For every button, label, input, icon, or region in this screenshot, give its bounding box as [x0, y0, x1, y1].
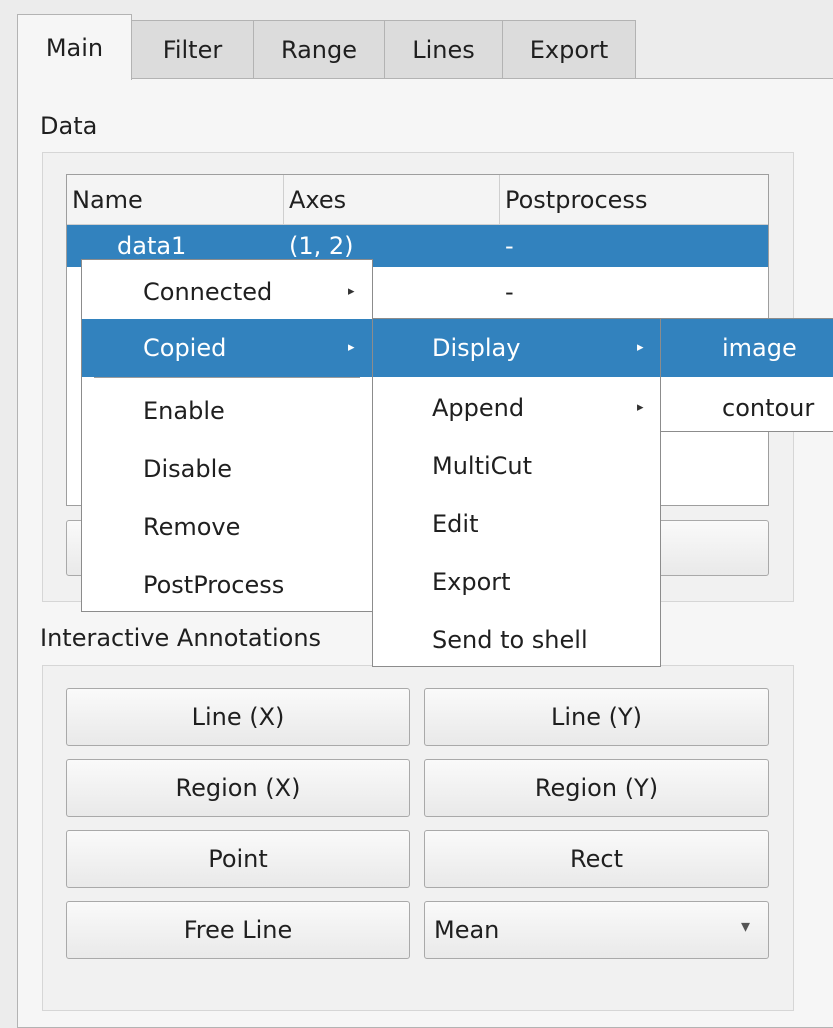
free-line-button-label: Free Line	[183, 916, 293, 944]
mean-combobox-value: Mean	[434, 916, 500, 944]
menu-item-remove[interactable]: Remove	[82, 498, 372, 556]
line-x-button[interactable]: Line (X)	[66, 688, 410, 746]
mean-combobox[interactable]: Mean ▾	[424, 901, 769, 959]
menu-item-send-to-shell-label: Send to shell	[432, 626, 588, 654]
tab-lines[interactable]: Lines	[384, 20, 503, 78]
menu-item-copied-label: Copied	[143, 334, 227, 362]
tab-main[interactable]: Main	[17, 14, 132, 80]
chevron-down-icon: ▾	[740, 916, 750, 937]
tab-filter-label: Filter	[162, 35, 223, 64]
menu-item-disable-label: Disable	[143, 455, 233, 483]
column-header-postprocess[interactable]: Postprocess	[500, 175, 768, 225]
menu-item-enable-label: Enable	[143, 397, 225, 425]
row-postprocess-cell: -	[505, 278, 514, 306]
menu-item-export-label: Export	[432, 568, 511, 596]
menu-item-multicut[interactable]: MultiCut	[373, 437, 660, 495]
region-x-button[interactable]: Region (X)	[66, 759, 410, 817]
submenu-arrow-icon: ▸	[637, 400, 644, 415]
menu-item-export[interactable]: Export	[373, 553, 660, 611]
context-menu: Connected ▸ Copied ▸ Enable Disable Remo…	[81, 259, 373, 612]
menu-item-image-label: image	[722, 334, 797, 362]
menu-item-contour-label: contour	[722, 394, 815, 422]
menu-item-enable[interactable]: Enable	[82, 382, 372, 440]
submenu-arrow-icon: ▸	[637, 340, 644, 355]
line-y-button-label: Line (Y)	[550, 703, 643, 731]
annotations-group-label: Interactive Annotations	[40, 624, 322, 652]
region-y-button[interactable]: Region (Y)	[424, 759, 769, 817]
table-header: Name Axes Postprocess	[67, 175, 768, 225]
menu-item-append-label: Append	[432, 394, 525, 422]
menu-item-postprocess-label: PostProcess	[143, 571, 285, 599]
rect-button-label: Rect	[570, 845, 623, 873]
data-group-label: Data	[40, 112, 98, 140]
tab-range[interactable]: Range	[253, 20, 385, 78]
line-y-button[interactable]: Line (Y)	[424, 688, 769, 746]
menu-item-display[interactable]: Display ▸	[373, 319, 660, 377]
line-x-button-label: Line (X)	[191, 703, 285, 731]
tab-lines-label: Lines	[412, 35, 475, 64]
point-button-label: Point	[208, 845, 268, 873]
tab-main-label: Main	[45, 33, 104, 62]
submenu-arrow-icon: ▸	[348, 340, 355, 355]
row-postprocess-cell: -	[505, 232, 514, 260]
tab-range-label: Range	[280, 35, 358, 64]
copied-submenu: Display ▸ Append ▸ MultiCut Edit Export …	[372, 318, 661, 667]
column-header-axes[interactable]: Axes	[284, 175, 500, 225]
menu-item-edit[interactable]: Edit	[373, 495, 660, 553]
region-y-button-label: Region (Y)	[534, 774, 659, 802]
menu-item-append[interactable]: Append ▸	[373, 379, 660, 437]
point-button[interactable]: Point	[66, 830, 410, 888]
menu-item-connected-label: Connected	[143, 278, 273, 306]
menu-item-display-label: Display	[432, 334, 521, 362]
display-submenu: image contour	[660, 318, 833, 432]
tab-export[interactable]: Export	[502, 20, 636, 78]
tab-filter[interactable]: Filter	[131, 20, 254, 78]
tab-export-label: Export	[529, 35, 609, 64]
column-header-name[interactable]: Name	[67, 175, 284, 225]
menu-item-disable[interactable]: Disable	[82, 440, 372, 498]
menu-item-multicut-label: MultiCut	[432, 452, 533, 480]
menu-item-edit-label: Edit	[432, 510, 479, 538]
menu-separator	[94, 377, 360, 378]
menu-item-image[interactable]: image	[661, 319, 833, 377]
free-line-button[interactable]: Free Line	[66, 901, 410, 959]
menu-item-connected[interactable]: Connected ▸	[82, 263, 372, 321]
region-x-button-label: Region (X)	[175, 774, 301, 802]
menu-item-postprocess[interactable]: PostProcess	[82, 556, 372, 614]
menu-item-copied[interactable]: Copied ▸	[82, 319, 372, 377]
rect-button[interactable]: Rect	[424, 830, 769, 888]
menu-item-send-to-shell[interactable]: Send to shell	[373, 611, 660, 669]
menu-item-remove-label: Remove	[143, 513, 241, 541]
submenu-arrow-icon: ▸	[348, 284, 355, 299]
menu-item-contour[interactable]: contour	[661, 379, 833, 437]
